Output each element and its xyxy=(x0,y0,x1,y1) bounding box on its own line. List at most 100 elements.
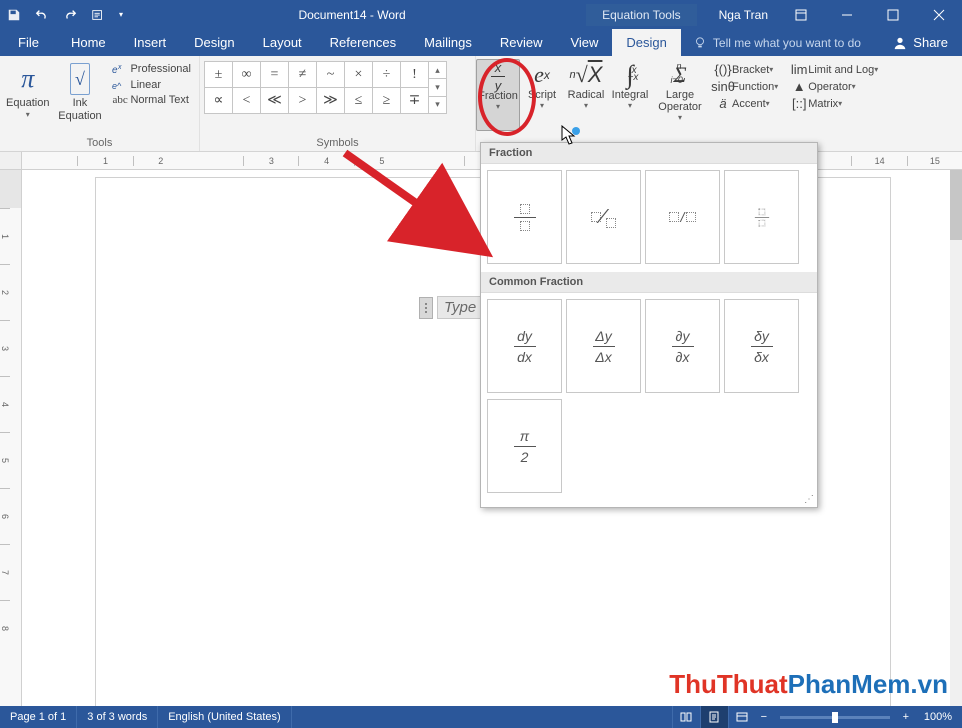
professional-option[interactable]: ex Professional xyxy=(108,61,195,77)
linear-label: Linear xyxy=(130,79,161,91)
fraction-linear[interactable]: / xyxy=(645,170,720,264)
linear-icon: e^ xyxy=(112,78,126,92)
status-word-count[interactable]: 3 of 3 words xyxy=(77,706,158,728)
zoom-slider[interactable] xyxy=(780,716,890,719)
symbol-cell[interactable]: ∓ xyxy=(401,88,429,114)
read-mode-icon[interactable] xyxy=(672,706,700,728)
common-fraction-item[interactable]: δyδx xyxy=(724,299,799,393)
limit-icon: lim xyxy=(790,62,808,77)
limit-log-button[interactable]: limLimit and Log ▾ xyxy=(790,61,878,78)
professional-label: Professional xyxy=(130,63,191,75)
fraction-button[interactable]: xy Fraction ▾ xyxy=(476,59,520,131)
qat-more-icon[interactable] xyxy=(84,0,112,29)
tell-me-search[interactable]: Tell me what you want to do xyxy=(681,29,879,56)
common-fraction-item[interactable]: π2 xyxy=(487,399,562,493)
account-name[interactable]: Nga Tran xyxy=(709,8,778,22)
web-layout-icon[interactable] xyxy=(728,706,756,728)
common-fraction-item[interactable]: dydx xyxy=(487,299,562,393)
fraction-small[interactable] xyxy=(724,170,799,264)
linear-option[interactable]: e^ Linear xyxy=(108,77,195,93)
equation-handle-icon[interactable] xyxy=(419,297,433,319)
minimize-icon[interactable] xyxy=(824,0,870,29)
tab-view[interactable]: View xyxy=(556,29,612,56)
zoom-value[interactable]: 100% xyxy=(914,711,962,723)
normal-text-option[interactable]: abc Normal Text xyxy=(108,93,195,107)
tab-mailings[interactable]: Mailings xyxy=(410,29,486,56)
symbol-cell[interactable]: ∞ xyxy=(233,62,261,88)
tab-file[interactable]: File xyxy=(0,29,57,56)
chevron-down-icon: ▾ xyxy=(628,101,632,110)
function-button[interactable]: sinθFunction ▾ xyxy=(714,78,778,95)
matrix-icon: [::] xyxy=(790,96,808,111)
zoom-out-button[interactable]: − xyxy=(756,711,772,723)
symbol-cell[interactable]: ≥ xyxy=(373,88,401,114)
scrollbar-thumb[interactable] xyxy=(950,170,962,240)
symbols-more[interactable]: ▾ xyxy=(429,97,446,113)
symbol-cell[interactable]: ! xyxy=(401,62,429,88)
status-page[interactable]: Page 1 of 1 xyxy=(0,706,77,728)
symbols-scroll-up[interactable]: ▴ xyxy=(429,62,446,79)
normal-text-icon: abc xyxy=(112,94,130,106)
symbol-cell[interactable]: ÷ xyxy=(373,62,401,88)
tab-layout[interactable]: Layout xyxy=(249,29,316,56)
status-language[interactable]: English (United States) xyxy=(158,706,292,728)
close-icon[interactable] xyxy=(916,0,962,29)
symbol-cell[interactable]: ≠ xyxy=(289,62,317,88)
ruler-corner xyxy=(0,152,22,170)
radical-button[interactable]: n√X Radical ▾ xyxy=(564,59,608,131)
large-operator-button[interactable]: Σni=0 Large Operator ▾ xyxy=(652,59,708,131)
vertical-ruler[interactable]: 12345678 xyxy=(0,170,22,706)
chevron-down-icon: ▾ xyxy=(852,82,856,91)
symbol-cell[interactable]: ~ xyxy=(317,62,345,88)
fraction-stacked[interactable] xyxy=(487,170,562,264)
operator-button[interactable]: ▲Operator ▾ xyxy=(790,78,878,95)
equation-button[interactable]: π Equation ▾ xyxy=(4,59,51,131)
maximize-icon[interactable] xyxy=(870,0,916,29)
tab-references[interactable]: References xyxy=(316,29,410,56)
zoom-in-button[interactable]: + xyxy=(898,711,914,723)
symbols-scroll-down[interactable]: ▾ xyxy=(429,79,446,96)
doc-name: Document14 xyxy=(298,8,366,22)
common-fraction-item[interactable]: ΔyΔx xyxy=(566,299,641,393)
qat-dropdown-icon[interactable]: ▾ xyxy=(112,0,130,29)
chevron-down-icon: ▾ xyxy=(766,99,770,108)
symbol-cell[interactable]: > xyxy=(289,88,317,114)
ink-equation-button[interactable]: √ Ink Equation xyxy=(51,59,108,131)
symbol-cell[interactable]: × xyxy=(345,62,373,88)
vertical-scrollbar[interactable] xyxy=(950,170,962,706)
redo-icon[interactable] xyxy=(56,0,84,29)
script-button[interactable]: ex Script ▾ xyxy=(520,59,564,131)
symbols-grid: ±∞=≠~×÷! ∝<≪>≫≤≥∓ xyxy=(204,61,429,114)
lightbulb-icon xyxy=(693,36,707,50)
symbol-cell[interactable]: = xyxy=(261,62,289,88)
zoom-slider-thumb[interactable] xyxy=(832,712,838,723)
tell-me-text: Tell me what you want to do xyxy=(713,36,861,50)
svg-text:x: x xyxy=(117,64,122,71)
resize-grip-icon[interactable]: ⋰ xyxy=(804,494,814,505)
fraction-label: Fraction xyxy=(478,90,518,102)
symbol-cell[interactable]: ≫ xyxy=(317,88,345,114)
accent-button[interactable]: äAccent ▾ xyxy=(714,95,778,112)
symbol-cell[interactable]: ± xyxy=(205,62,233,88)
matrix-button[interactable]: [::]Matrix ▾ xyxy=(790,95,878,112)
symbol-cell[interactable]: ≤ xyxy=(345,88,373,114)
share-button[interactable]: Share xyxy=(879,29,962,56)
gallery-header-common: Common Fraction xyxy=(481,272,817,293)
tab-design[interactable]: Design xyxy=(180,29,248,56)
chevron-down-icon: ▾ xyxy=(678,113,682,122)
undo-icon[interactable] xyxy=(28,0,56,29)
tab-insert[interactable]: Insert xyxy=(120,29,181,56)
common-fraction-item[interactable]: ∂y∂x xyxy=(645,299,720,393)
symbol-cell[interactable]: ≪ xyxy=(261,88,289,114)
symbol-cell[interactable]: < xyxy=(233,88,261,114)
integral-button[interactable]: ∫x−x Integral ▾ xyxy=(608,59,652,131)
tab-review[interactable]: Review xyxy=(486,29,557,56)
bracket-button[interactable]: {()}Bracket ▾ xyxy=(714,61,778,78)
fraction-skewed[interactable]: ⁄ xyxy=(566,170,641,264)
save-icon[interactable] xyxy=(0,0,28,29)
tab-equation-design[interactable]: Design xyxy=(612,29,680,56)
ribbon-display-options-icon[interactable] xyxy=(778,0,824,29)
print-layout-icon[interactable] xyxy=(700,706,728,728)
tab-home[interactable]: Home xyxy=(57,29,120,56)
symbol-cell[interactable]: ∝ xyxy=(205,88,233,114)
